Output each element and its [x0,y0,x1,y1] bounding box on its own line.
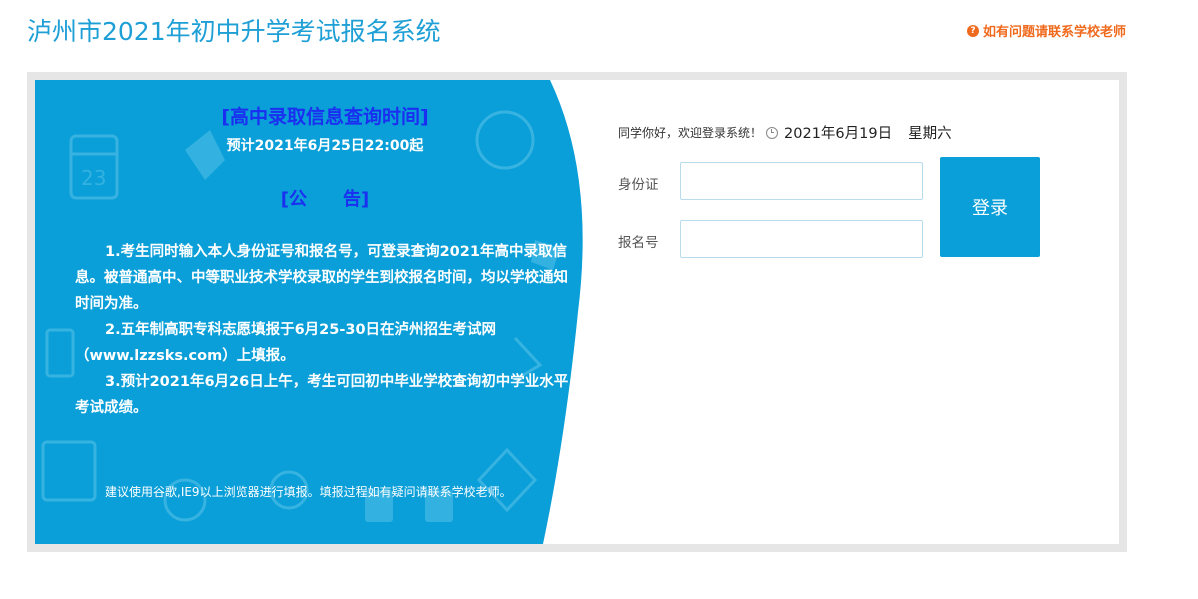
page-title: 泸州市2021年初中升学考试报名系统 [27,17,441,46]
login-card: 23 [高中录取信息查询时间] 预计2021年6月25日22:00起 [公 告]… [35,80,1119,544]
id-card-input[interactable] [680,162,923,200]
login-panel: 同学你好，欢迎登录系统！ 2021年6月19日 星期六 身份证 报名号 登录 [615,80,1115,544]
current-weekday: 星期六 [908,126,952,142]
query-time-subtitle: 预计2021年6月25日22:00起 [226,138,424,154]
clock-icon [766,126,779,139]
login-button[interactable]: 登录 [940,157,1040,257]
notice-content: [高中录取信息查询时间] 预计2021年6月25日22:00起 [公 告] 1.… [75,102,575,421]
notice-panel: 23 [高中录取信息查询时间] 预计2021年6月25日22:00起 [公 告]… [35,80,595,544]
query-time-title: [高中录取信息查询时间] [221,106,429,128]
browser-tip: 建议使用谷歌,IE9以上浏览器进行填报。填报过程如有疑问请联系学校老师。 [105,485,512,499]
registration-number-label: 报名号 [618,235,659,251]
announcement-item: 2.五年制高职专科志愿填报于6月25-30日在泸州招生考试网（www.lzzsk… [75,322,497,364]
welcome-line: 同学你好，欢迎登录系统！ 2021年6月19日 星期六 [618,122,952,143]
login-frame: 23 [高中录取信息查询时间] 预计2021年6月25日22:00起 [公 告]… [27,72,1127,552]
announcement-body: 1.考生同时输入本人身份证号和报名号，可登录查询2021年高中录取信息。被普通高… [75,239,575,421]
announcement-item: 3.预计2021年6月26日上午，考生可回初中毕业学校查询初中学业水平考试成绩。 [75,374,569,416]
registration-number-input[interactable] [680,220,923,258]
announcement-heading: [公 告] [280,189,370,210]
announcement-item: 1.考生同时输入本人身份证号和报名号，可登录查询2021年高中录取信息。被普通高… [75,244,568,312]
help-link[interactable]: ? 如有问题请联系学校老师 [966,21,1126,40]
question-circle-icon: ? [966,24,979,37]
welcome-text: 同学你好，欢迎登录系统！ [618,126,763,140]
current-date: 2021年6月19日 [784,126,893,142]
id-card-label: 身份证 [618,177,659,193]
help-text: 如有问题请联系学校老师 [982,25,1126,40]
